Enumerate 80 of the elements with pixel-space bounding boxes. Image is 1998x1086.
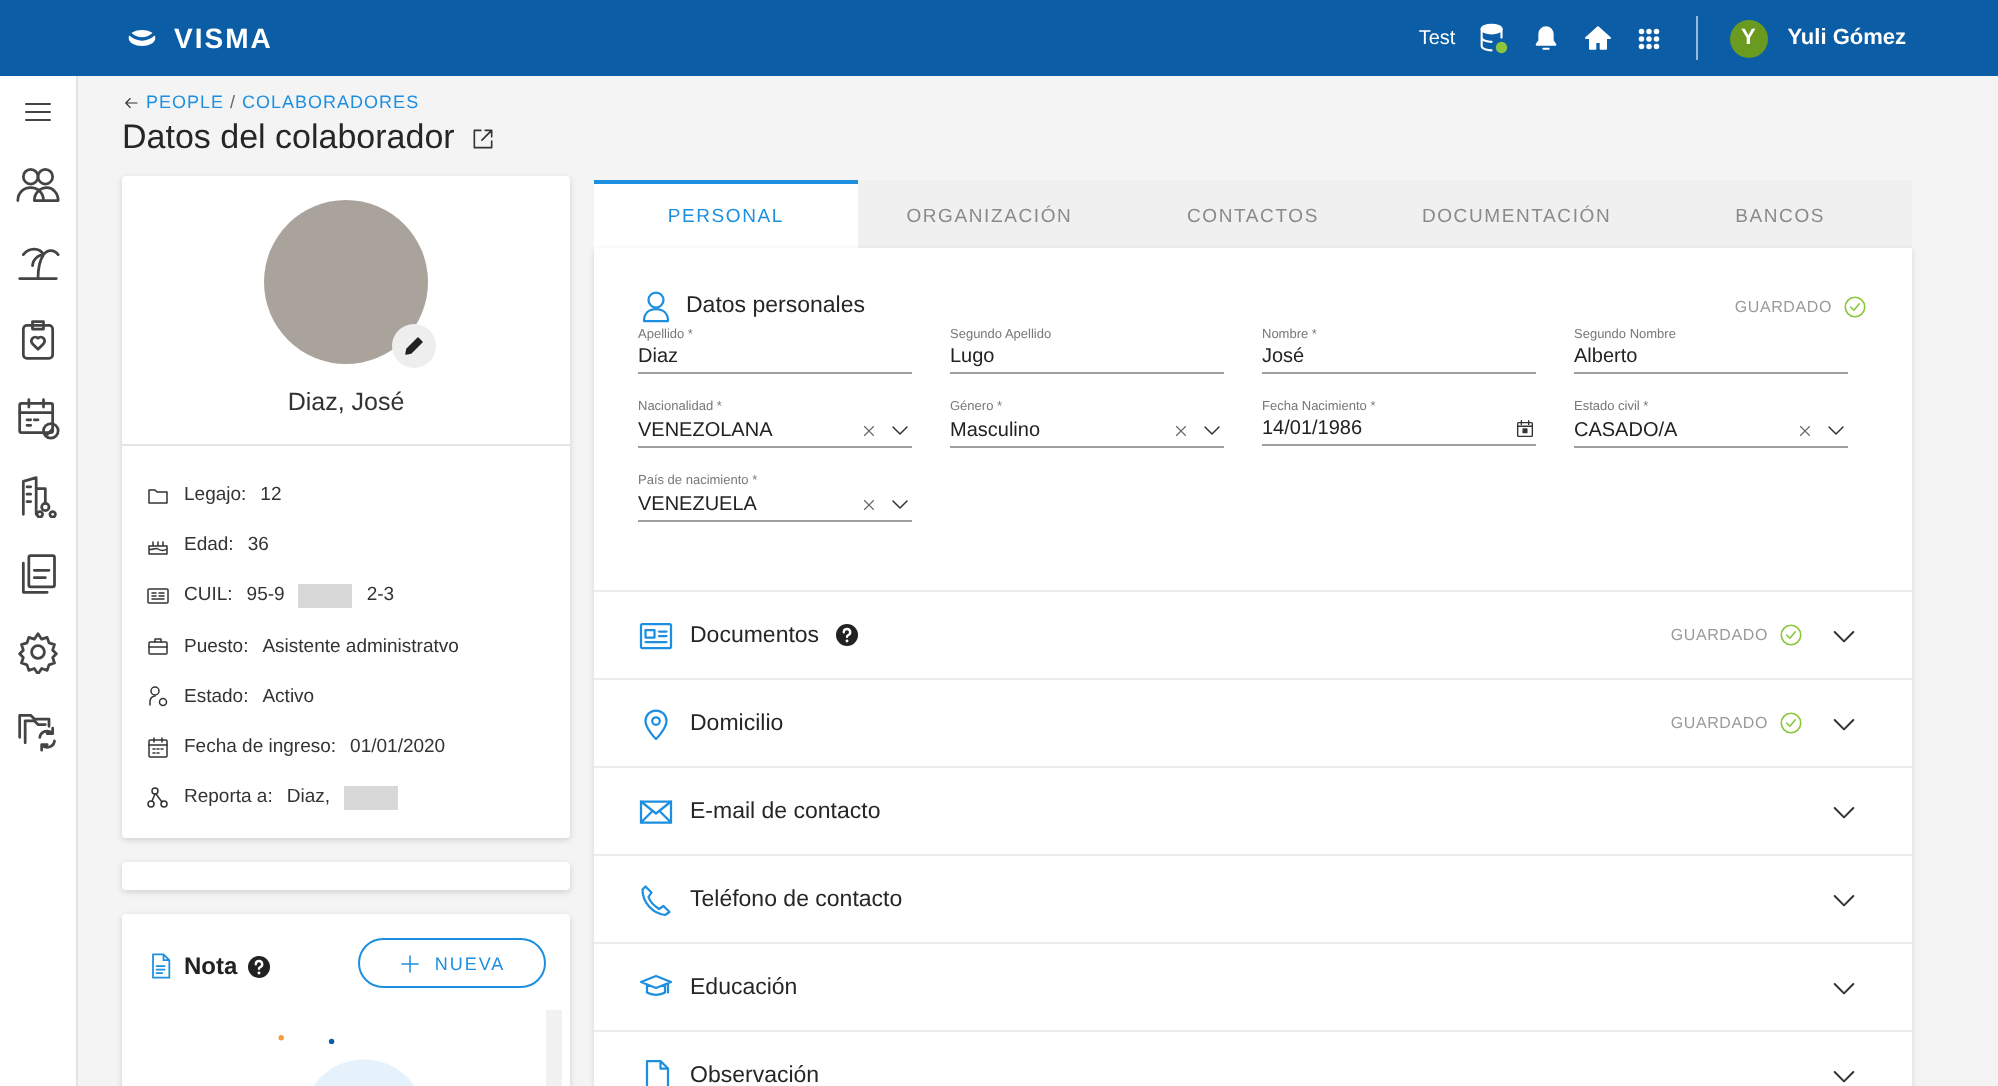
breadcrumb-separator: /: [230, 92, 237, 112]
settings-icon: [16, 630, 60, 674]
nav-item[interactable]: [16, 474, 60, 518]
check-circle-icon: [1778, 622, 1804, 648]
info-value: Diaz,: [286, 786, 331, 809]
back-arrow-icon: [122, 93, 140, 111]
nav-item[interactable]: [16, 630, 60, 674]
saved-status: GUARDADO: [1734, 297, 1832, 315]
folder-icon: [146, 483, 170, 508]
info-value: Asistente administratvo: [262, 635, 459, 658]
note-title: Nota: [184, 952, 238, 981]
info-label: Fecha de ingreso:: [184, 736, 337, 759]
info-label: CUIL:: [184, 584, 233, 607]
info-label: Reporta a:: [184, 786, 273, 809]
info-value: 36: [247, 534, 269, 557]
info-value: 2-3: [366, 584, 395, 607]
section-title: Datos personales: [686, 294, 865, 318]
help-icon[interactable]: [247, 955, 270, 978]
location-pin-icon: [638, 705, 674, 741]
nav-item[interactable]: [16, 162, 60, 206]
briefcase-icon: [146, 634, 170, 659]
person-icon: [638, 288, 674, 324]
section-title: Domicilio: [690, 711, 784, 735]
home-icon: [1581, 22, 1614, 54]
section-title: Educación: [690, 975, 798, 999]
saved-status: GUARDADO: [1670, 626, 1768, 644]
phone-icon: [638, 881, 674, 917]
clear-icon: [1172, 421, 1190, 439]
info-label: Legajo:: [184, 484, 247, 507]
id-card-icon: [638, 617, 674, 653]
calendar-edit-icon: [16, 396, 60, 440]
section-title: Documentos: [690, 623, 820, 647]
folders-sync-icon: [16, 708, 60, 752]
info-value: 12: [260, 484, 282, 507]
pencil-icon: [402, 334, 426, 358]
clear-icon: [860, 495, 878, 513]
org-chart-icon: [146, 785, 170, 810]
documents-icon: [16, 552, 60, 596]
page-title: Datos del colaborador: [122, 118, 455, 158]
calendar-icon: [146, 735, 170, 760]
clear-icon: [860, 421, 878, 439]
user-name[interactable]: Yuli Gómez: [1787, 26, 1906, 50]
info-value: 95-9: [246, 584, 285, 607]
check-circle-icon: [1842, 293, 1868, 319]
accordion-row[interactable]: Domicilio GUARDADO: [594, 680, 1912, 768]
people-icon: [16, 162, 60, 206]
info-label: Edad:: [184, 534, 234, 557]
saved-status: GUARDADO: [1670, 714, 1768, 732]
plus-icon: [398, 951, 423, 976]
id-card-icon: [146, 583, 170, 608]
building-org-icon: [16, 474, 60, 518]
environment-label: Test: [1418, 27, 1456, 49]
nav-item[interactable]: [16, 552, 60, 596]
info-label: Estado:: [184, 685, 249, 708]
accordion-row[interactable]: E-mail de contacto: [594, 768, 1912, 856]
check-circle-icon: [1778, 710, 1804, 736]
accordion-row[interactable]: Documentos GUARDADO: [594, 592, 1912, 680]
help-icon[interactable]: [835, 624, 858, 646]
app-grid-icon: [1633, 23, 1664, 53]
open-external-icon: [470, 125, 497, 151]
employee-name: Diaz, José: [287, 388, 405, 416]
nav-item[interactable]: [16, 396, 60, 440]
logo-text: VISMA: [174, 22, 273, 54]
info-value: Activo: [262, 685, 315, 708]
accordion-row[interactable]: Educación: [594, 944, 1912, 1032]
edit-photo-button[interactable]: [392, 324, 436, 368]
nav-item[interactable]: [16, 318, 60, 362]
accordion-row[interactable]: Observación: [594, 1032, 1912, 1086]
section-title: Teléfono de contacto: [690, 887, 903, 911]
calendar-icon: [1514, 418, 1536, 440]
info-label: Puesto:: [184, 635, 249, 658]
info-value: 01/01/2020: [350, 736, 446, 759]
section-title: E-mail de contacto: [690, 799, 881, 823]
database-icon: [1475, 21, 1510, 55]
nav-item[interactable]: [16, 708, 60, 752]
person-status-icon: [146, 684, 170, 709]
clear-icon: [1796, 421, 1814, 439]
section-title: Observación: [690, 1063, 820, 1086]
note-icon: [146, 950, 174, 983]
accordion-row[interactable]: Teléfono de contacto: [594, 856, 1912, 944]
